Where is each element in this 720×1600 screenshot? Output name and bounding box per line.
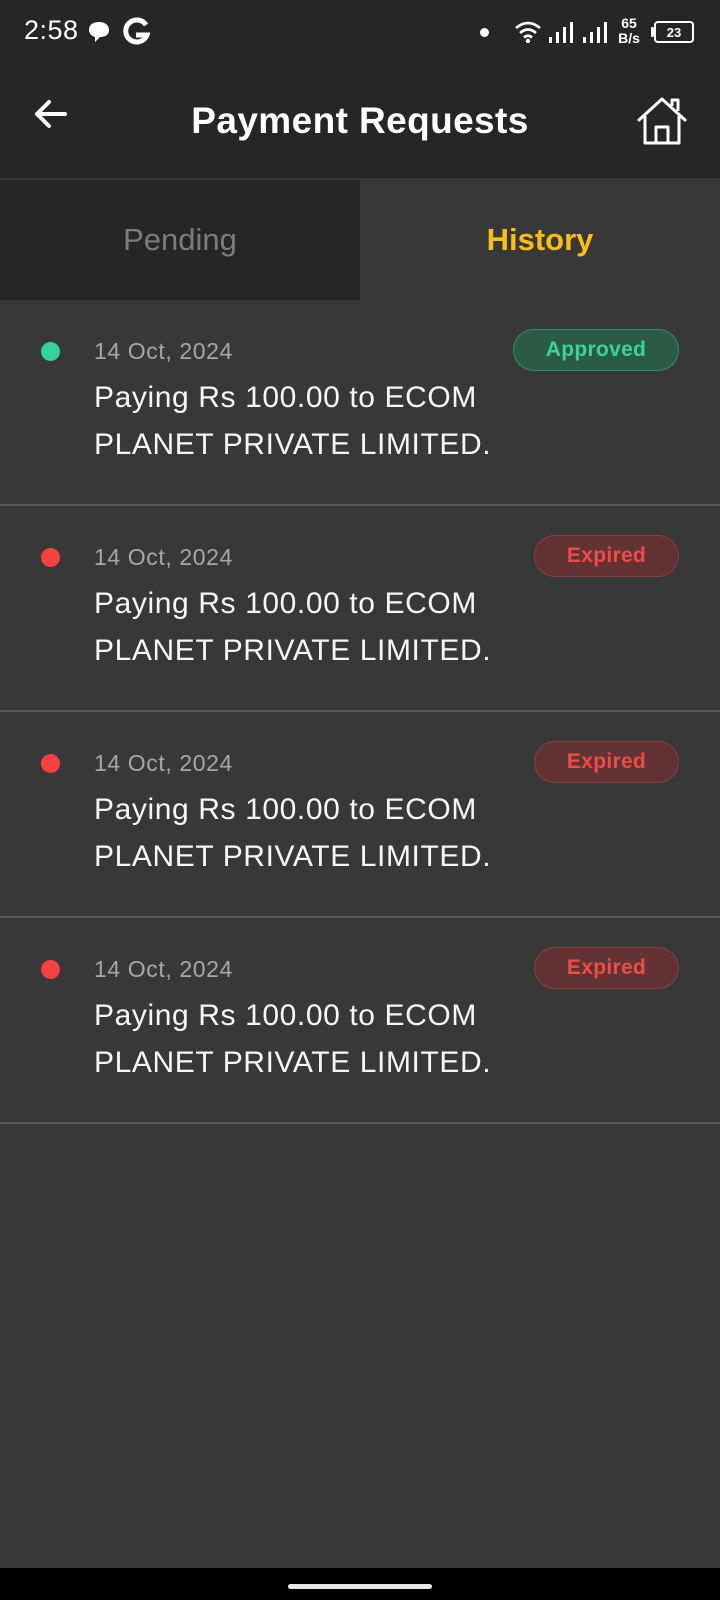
description-line-1: Paying Rs 100.00 to ECOM bbox=[94, 381, 477, 414]
request-description: Paying Rs 100.00 to ECOM PLANET PRIVATE … bbox=[94, 580, 514, 674]
request-item[interactable]: 14 Oct, 2024 Expired Paying Rs 100.00 to… bbox=[0, 918, 720, 1124]
system-nav-bar bbox=[0, 1568, 720, 1600]
request-item[interactable]: 14 Oct, 2024 Approved Paying Rs 100.00 t… bbox=[0, 300, 720, 506]
request-date: 14 Oct, 2024 bbox=[94, 544, 233, 570]
battery-icon: 23 bbox=[654, 21, 694, 43]
description-line-2: PLANET PRIVATE LIMITED. bbox=[94, 1046, 492, 1079]
status-badge: Approved bbox=[513, 329, 679, 371]
status-badge: Expired bbox=[534, 535, 679, 577]
net-speed-value: 65 bbox=[621, 15, 637, 31]
google-icon bbox=[123, 17, 150, 45]
signal-icon bbox=[583, 22, 607, 43]
request-description: Paying Rs 100.00 to ECOM PLANET PRIVATE … bbox=[94, 786, 514, 880]
request-item[interactable]: 14 Oct, 2024 Expired Paying Rs 100.00 to… bbox=[0, 712, 720, 918]
home-icon bbox=[637, 97, 687, 145]
request-list: 14 Oct, 2024 Approved Paying Rs 100.00 t… bbox=[0, 300, 720, 1124]
request-item[interactable]: 14 Oct, 2024 Expired Paying Rs 100.00 to… bbox=[0, 506, 720, 712]
battery-level: 23 bbox=[666, 24, 682, 40]
request-date: 14 Oct, 2024 bbox=[94, 956, 233, 982]
status-badge: Expired bbox=[534, 947, 679, 989]
tab-history[interactable]: History bbox=[360, 180, 720, 300]
chat-icon bbox=[89, 22, 109, 42]
description-line-1: Paying Rs 100.00 to ECOM bbox=[94, 999, 477, 1032]
home-button[interactable] bbox=[636, 96, 688, 146]
status-dot bbox=[41, 342, 60, 361]
app-bar: Payment Requests bbox=[0, 66, 720, 178]
net-speed-unit: B/s bbox=[618, 30, 640, 46]
dot-icon bbox=[480, 28, 489, 37]
status-badge: Expired bbox=[534, 741, 679, 783]
tab-bar: Pending History bbox=[0, 180, 720, 300]
request-date: 14 Oct, 2024 bbox=[94, 338, 233, 364]
signal-icon bbox=[549, 22, 573, 43]
page-title: Payment Requests bbox=[191, 100, 529, 141]
request-description: Paying Rs 100.00 to ECOM PLANET PRIVATE … bbox=[94, 374, 514, 468]
status-dot bbox=[41, 960, 60, 979]
wifi-icon bbox=[515, 21, 541, 44]
request-description: Paying Rs 100.00 to ECOM PLANET PRIVATE … bbox=[94, 992, 514, 1086]
description-line-2: PLANET PRIVATE LIMITED. bbox=[94, 634, 492, 667]
description-line-1: Paying Rs 100.00 to ECOM bbox=[94, 587, 477, 620]
tab-pending[interactable]: Pending bbox=[0, 180, 360, 300]
status-bar: 2:58 65 B/s 23 bbox=[0, 0, 720, 66]
description-line-2: PLANET PRIVATE LIMITED. bbox=[94, 428, 492, 461]
battery-tip bbox=[651, 27, 654, 37]
status-dot bbox=[41, 754, 60, 773]
description-line-2: PLANET PRIVATE LIMITED. bbox=[94, 840, 492, 873]
status-dot bbox=[41, 548, 60, 567]
status-time: 2:58 bbox=[24, 15, 79, 45]
request-date: 14 Oct, 2024 bbox=[94, 750, 233, 776]
description-line-1: Paying Rs 100.00 to ECOM bbox=[94, 793, 477, 826]
home-gesture-handle[interactable] bbox=[288, 1584, 432, 1589]
net-speed: 65 B/s bbox=[612, 16, 646, 46]
